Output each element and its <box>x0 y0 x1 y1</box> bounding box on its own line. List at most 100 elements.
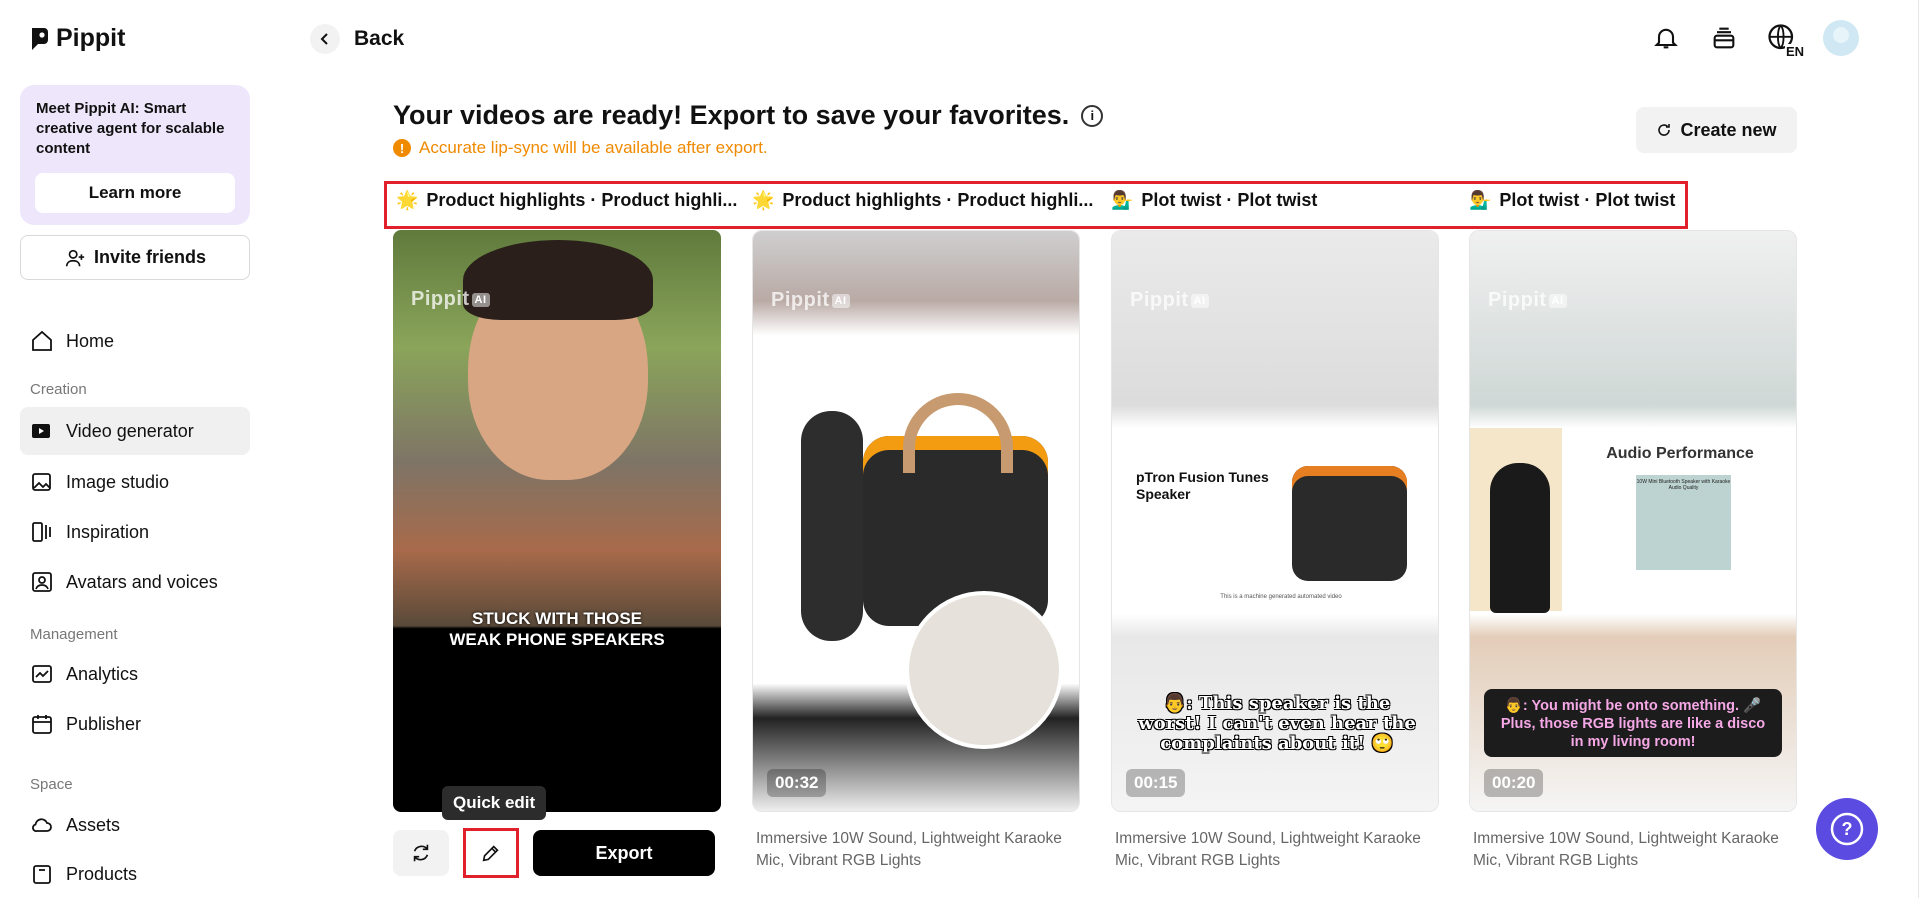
back-button[interactable]: Back <box>310 24 404 54</box>
language-badge: EN <box>1784 44 1805 59</box>
person-icon: 💁‍♂️ <box>1111 190 1134 210</box>
watermark: Pippit AI <box>1488 289 1567 312</box>
nav-avatars-voices[interactable]: Avatars and voices <box>20 558 250 606</box>
learn-more-button[interactable]: Learn more <box>35 173 235 213</box>
star-icon: 🌟 <box>396 190 419 210</box>
create-new-button[interactable]: Create new <box>1636 107 1797 153</box>
calendar-icon <box>32 715 52 734</box>
nav-analytics-label: Analytics <box>66 663 139 684</box>
card-4-caption: Immersive 10W Sound, Lightweight Karaoke… <box>1473 830 1779 869</box>
tab-plot-twist-2[interactable]: 💁‍♂️ Plot twist · Plot twist <box>1469 190 1675 211</box>
cloud-icon <box>32 818 52 832</box>
duration-badge: 00:15 <box>1126 769 1186 797</box>
watermark-ai-badge: AI <box>831 293 850 308</box>
svg-text:?: ? <box>1842 819 1853 839</box>
watermark-ai-badge: AI <box>471 292 490 307</box>
watermark: Pippit AI <box>1130 289 1209 312</box>
lip-sync-warning: ! Accurate lip-sync will be available af… <box>393 138 768 158</box>
card-3-caption: Immersive 10W Sound, Lightweight Karaoke… <box>1115 830 1421 869</box>
management-section-label: Management <box>30 626 118 643</box>
info-icon[interactable]: i <box>1081 104 1104 127</box>
watermark-text: Pippit <box>771 289 830 312</box>
product-box-image: 10W Mini Bluetooth Speaker with Karaoke … <box>1636 475 1731 570</box>
video-subtitle: 👨: You might be onto something. 🎤 Plus, … <box>1484 689 1782 757</box>
user-avatar[interactable] <box>1823 20 1859 56</box>
add-user-icon <box>65 249 85 266</box>
help-button[interactable]: ? <box>1816 798 1878 860</box>
creation-section-label: Creation <box>30 381 87 398</box>
person-icon: 💁‍♂️ <box>1469 190 1492 210</box>
watermark-ai-badge: AI <box>1190 293 1209 308</box>
create-new-label: Create new <box>1680 119 1777 140</box>
nav-home[interactable]: Home <box>20 317 250 365</box>
product-footnote: This is a machine generated automated vi… <box>1220 594 1342 600</box>
nav-products[interactable]: Products <box>20 850 250 898</box>
nav-publisher-label: Publisher <box>66 713 142 734</box>
nav-video-generator[interactable]: Video generator <box>20 407 250 455</box>
page-title: Your videos are ready! Export to save yo… <box>393 100 1104 131</box>
video-card-3[interactable]: pTron Fusion Tunes Speaker This is a mac… <box>1111 230 1439 812</box>
language-globe-icon[interactable]: EN <box>1765 21 1805 59</box>
back-label: Back <box>354 27 405 50</box>
presenter-figure <box>1490 463 1550 613</box>
watermark-text: Pippit <box>1488 289 1547 312</box>
pencil-icon <box>482 845 499 862</box>
page-title-text: Your videos are ready! Export to save yo… <box>393 100 1070 130</box>
card-2-caption: Immersive 10W Sound, Lightweight Karaoke… <box>756 830 1062 869</box>
top-right-toolbar: EN <box>1649 20 1859 59</box>
stack-icon[interactable] <box>1707 21 1741 55</box>
warning-text: Accurate lip-sync will be available afte… <box>419 138 768 157</box>
product-title: pTron Fusion Tunes Speaker <box>1136 469 1269 502</box>
export-button[interactable]: Export <box>533 830 715 876</box>
invite-friends-label: Invite friends <box>93 247 207 267</box>
video-card-4[interactable]: Audio Performance 10W Mini Bluetooth Spe… <box>1469 230 1797 812</box>
promo-text: Meet Pippit AI: Smart creative agent for… <box>36 100 225 157</box>
inspiration-icon <box>32 522 51 542</box>
tab-label: Product highlights · Product highli... <box>782 190 1094 210</box>
presenter-hair <box>463 240 653 320</box>
sidebar: Pippit Meet Pippit AI: Smart creative ag… <box>0 0 250 898</box>
duration-badge: 00:32 <box>767 769 827 797</box>
tab-product-highlights-1[interactable]: 🌟 Product highlights · Product highli... <box>396 190 737 211</box>
product-box-icon <box>33 865 51 884</box>
quick-edit-tooltip: Quick edit <box>442 786 547 820</box>
quick-edit-button[interactable] <box>463 828 519 878</box>
warning-icon: ! <box>393 139 411 157</box>
bell-icon[interactable] <box>1649 21 1683 55</box>
app-logo[interactable]: Pippit <box>30 24 125 53</box>
watermark-ai-badge: AI <box>1548 293 1567 308</box>
watermark-text: Pippit <box>1130 289 1189 312</box>
promo-card: Meet Pippit AI: Smart creative agent for… <box>20 85 250 225</box>
video-overlay-caption: STUCK WITH THOSE WEAK PHONE SPEAKERS <box>393 608 721 650</box>
nav-publisher[interactable]: Publisher <box>20 700 250 748</box>
speaker-image <box>1292 466 1407 581</box>
home-icon <box>32 330 52 351</box>
avatar-icon <box>32 572 52 592</box>
watermark: Pippit AI <box>771 289 850 312</box>
analytics-icon <box>32 665 52 683</box>
star-icon: 🌟 <box>752 190 775 210</box>
invite-friends-button[interactable]: Invite friends <box>20 235 250 280</box>
app-name: Pippit <box>56 24 126 52</box>
duration-badge: 00:20 <box>1484 769 1544 797</box>
nav-avatars-voices-label: Avatars and voices <box>66 571 218 592</box>
overlay-line-1: STUCK WITH THOSE <box>472 609 642 628</box>
space-section-label: Space <box>30 776 73 793</box>
nav-inspiration-label: Inspiration <box>66 521 150 542</box>
overlay-line-2: WEAK PHONE SPEAKERS <box>449 630 665 649</box>
panel-title: Audio Performance <box>1606 445 1754 462</box>
image-studio-icon <box>32 473 51 491</box>
nav-assets[interactable]: Assets <box>20 801 250 849</box>
video-card-1[interactable]: Pippit AI STUCK WITH THOSE WEAK PHONE SPE… <box>393 230 721 812</box>
nav-image-studio-label: Image studio <box>66 471 170 492</box>
nav-analytics[interactable]: Analytics <box>20 650 250 698</box>
tab-label: Plot twist · Plot twist <box>1499 190 1676 210</box>
tab-label: Product highlights · Product highli... <box>426 190 738 210</box>
tab-plot-twist-1[interactable]: 💁‍♂️ Plot twist · Plot twist <box>1111 190 1317 211</box>
video-card-2[interactable]: Pippit AI 00:32 <box>752 230 1080 812</box>
nav-inspiration[interactable]: Inspiration <box>20 508 250 556</box>
tab-product-highlights-2[interactable]: 🌟 Product highlights · Product highli... <box>752 190 1093 211</box>
watermark: Pippit AI <box>411 288 490 311</box>
regenerate-button[interactable] <box>393 830 449 876</box>
nav-image-studio[interactable]: Image studio <box>20 458 250 506</box>
